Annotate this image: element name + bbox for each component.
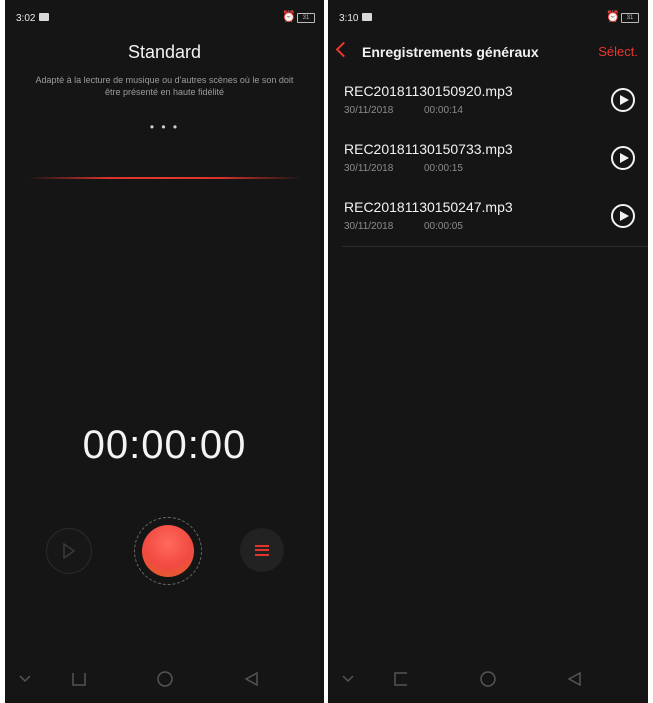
waveform-line <box>27 177 302 179</box>
recording-date: 30/11/2018 <box>344 105 394 116</box>
record-button[interactable] <box>134 517 202 585</box>
mode-description: Adapté à la lecture de musique ou d'autr… <box>35 75 294 97</box>
list-header: Enregistrements généraux Sélect. <box>328 34 648 70</box>
play-icon[interactable] <box>611 88 635 112</box>
recording-item[interactable]: REC20181130150733.mp3 30/11/2018 00:00:1… <box>328 130 648 188</box>
nav-recent-icon[interactable] <box>394 672 408 686</box>
nav-recent-icon[interactable] <box>72 672 86 686</box>
status-time: 3:02 <box>16 13 36 24</box>
battery-icon: 31 <box>621 13 639 23</box>
back-icon[interactable] <box>335 41 352 58</box>
mode-title[interactable]: Standard <box>5 42 324 63</box>
status-time: 3:10 <box>339 13 359 24</box>
play-button[interactable] <box>46 528 92 574</box>
message-icon <box>362 13 372 21</box>
list-divider <box>342 246 648 247</box>
recorder-screen: 3:02 ⏰ 31 Standard Adapté à la lecture d… <box>5 0 324 703</box>
nav-down-icon[interactable] <box>342 675 354 683</box>
play-icon[interactable] <box>611 204 635 228</box>
nav-down-icon[interactable] <box>19 675 31 683</box>
recording-date: 30/11/2018 <box>344 221 394 232</box>
recording-item[interactable]: REC20181130150247.mp3 30/11/2018 00:00:0… <box>328 188 648 246</box>
nav-home-icon[interactable] <box>157 671 173 687</box>
record-timer: 00:00:00 <box>82 423 247 467</box>
nav-home-icon[interactable] <box>480 671 496 687</box>
recordings-list: REC20181130150920.mp3 30/11/2018 00:00:1… <box>328 72 648 247</box>
pager-dots: • • • <box>149 120 180 134</box>
alarm-icon: ⏰ <box>282 11 296 23</box>
recording-date: 30/11/2018 <box>344 163 394 174</box>
recordings-list-button[interactable] <box>240 528 284 572</box>
recording-item[interactable]: REC20181130150920.mp3 30/11/2018 00:00:1… <box>328 72 648 130</box>
list-icon <box>255 544 269 556</box>
nav-back-icon[interactable] <box>245 672 258 686</box>
nav-back-icon[interactable] <box>568 672 581 686</box>
navigation-bar <box>5 655 324 703</box>
recording-name: REC20181130150733.mp3 <box>344 141 513 157</box>
navigation-bar <box>328 655 648 703</box>
play-icon[interactable] <box>611 146 635 170</box>
status-bar: 3:02 ⏰ 31 <box>5 0 324 34</box>
recordings-screen: 3:10 ⏰ 31 Enregistrements généraux Sélec… <box>328 0 648 703</box>
recording-duration: 00:00:05 <box>424 221 463 232</box>
alarm-icon: ⏰ <box>606 11 620 23</box>
status-bar: 3:10 ⏰ 31 <box>328 0 648 34</box>
recording-name: REC20181130150920.mp3 <box>344 83 513 99</box>
recording-duration: 00:00:14 <box>424 105 463 116</box>
page-title: Enregistrements généraux <box>362 44 539 60</box>
recording-name: REC20181130150247.mp3 <box>344 199 513 215</box>
play-icon <box>63 543 76 559</box>
message-icon <box>39 13 49 21</box>
record-icon <box>142 525 194 577</box>
recording-duration: 00:00:15 <box>424 163 463 174</box>
select-button[interactable]: Sélect. <box>598 44 638 59</box>
battery-icon: 31 <box>297 13 315 23</box>
